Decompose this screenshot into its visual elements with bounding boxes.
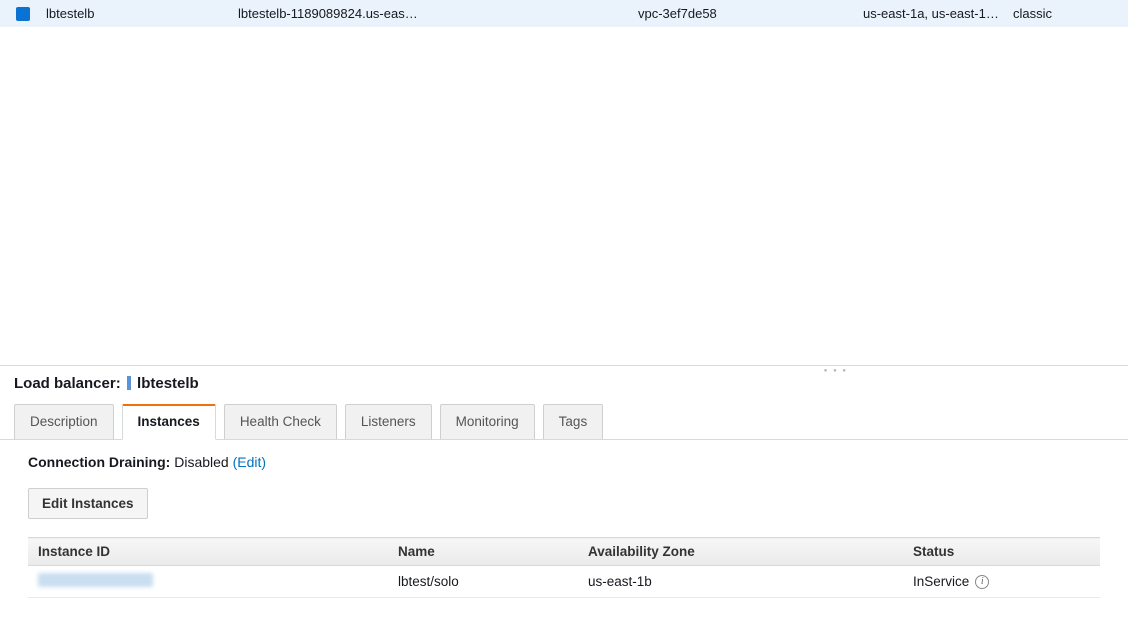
empty-list-area bbox=[0, 27, 1128, 365]
instances-table: Instance ID Name Availability Zone Statu… bbox=[28, 537, 1100, 598]
detail-title-value: lbtestelb bbox=[137, 375, 199, 392]
tab-instances[interactable]: Instances bbox=[122, 404, 216, 440]
lb-name-cell[interactable]: lbtestelb bbox=[38, 6, 238, 21]
conn-drain-value: Disabled bbox=[174, 454, 228, 470]
tab-tags[interactable]: Tags bbox=[543, 404, 604, 439]
conn-drain-label: Connection Draining: bbox=[28, 454, 170, 470]
th-instance-id[interactable]: Instance ID bbox=[28, 538, 388, 566]
th-status[interactable]: Status bbox=[903, 538, 1100, 566]
cell-status: InService i bbox=[903, 566, 1100, 598]
lb-zones-cell: us-east-1a, us-east-1b, … bbox=[863, 6, 1013, 21]
tab-monitoring[interactable]: Monitoring bbox=[440, 404, 535, 439]
panel-body: Connection Draining: Disabled (Edit) Edi… bbox=[0, 440, 1128, 598]
lb-vpc-cell: vpc-3ef7de58 bbox=[638, 6, 863, 21]
th-name[interactable]: Name bbox=[388, 538, 578, 566]
tab-health-check[interactable]: Health Check bbox=[224, 404, 337, 439]
info-icon[interactable]: i bbox=[975, 575, 989, 589]
row-checkbox[interactable] bbox=[16, 7, 30, 21]
cell-zone: us-east-1b bbox=[578, 566, 903, 598]
pane-resize-handle[interactable]: ● ● ● bbox=[0, 365, 1128, 366]
status-text: InService bbox=[913, 574, 969, 589]
th-zone[interactable]: Availability Zone bbox=[578, 538, 903, 566]
tab-listeners[interactable]: Listeners bbox=[345, 404, 432, 439]
connection-draining-row: Connection Draining: Disabled (Edit) bbox=[28, 454, 1100, 470]
cell-instance-id[interactable] bbox=[28, 566, 388, 598]
redacted-instance-id bbox=[38, 573, 153, 587]
cell-name: lbtest/solo bbox=[388, 566, 578, 598]
detail-header: Load balancer: lbtestelb bbox=[0, 366, 1128, 404]
lb-type-cell: classic bbox=[1013, 6, 1093, 21]
detail-title-label: Load balancer: bbox=[14, 375, 121, 392]
edit-instances-button[interactable]: Edit Instances bbox=[28, 488, 148, 519]
tab-description[interactable]: Description bbox=[14, 404, 114, 439]
table-row[interactable]: lbtest/solo us-east-1b InService i bbox=[28, 566, 1100, 598]
instances-table-header-row: Instance ID Name Availability Zone Statu… bbox=[28, 538, 1100, 566]
accent-bar bbox=[127, 376, 131, 390]
lb-list-row[interactable]: lbtestelb lbtestelb-1189089824.us-eas… v… bbox=[0, 0, 1128, 27]
row-checkbox-wrap[interactable] bbox=[8, 7, 38, 21]
conn-drain-edit-link[interactable]: (Edit) bbox=[233, 454, 266, 470]
lb-dns-cell: lbtestelb-1189089824.us-eas… bbox=[238, 6, 638, 21]
tabs-bar: Description Instances Health Check Liste… bbox=[0, 404, 1128, 440]
drag-handle-icon: ● ● ● bbox=[824, 368, 848, 374]
